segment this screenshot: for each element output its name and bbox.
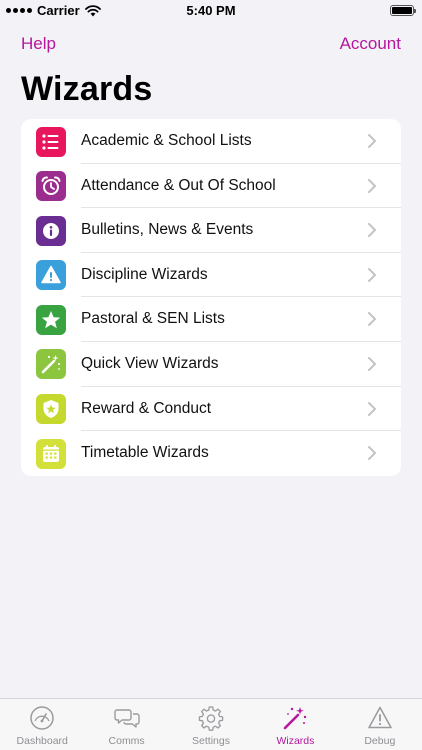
chevron-right-icon — [368, 223, 376, 238]
wizard-row-label: Pastoral & SEN Lists — [81, 310, 225, 328]
wizard-row-discipline[interactable]: Discipline Wizards — [21, 253, 401, 298]
wizard-row-bulletins[interactable]: Bulletins, News & Events — [21, 208, 401, 253]
gear-icon — [198, 706, 224, 731]
speedometer-icon — [30, 706, 54, 730]
wizard-row-timetable[interactable]: Timetable Wizards — [21, 431, 401, 476]
chat-bubbles-icon — [113, 709, 140, 728]
magic-wand-icon — [284, 707, 307, 730]
chevron-right-icon — [368, 312, 376, 327]
tab-bar: Dashboard Comms Settings Wizards Debug — [0, 698, 422, 750]
wizard-row-label: Quick View Wizards — [81, 354, 219, 372]
wizard-row-quick-view[interactable]: Quick View Wizards — [21, 342, 401, 387]
chevron-right-icon — [368, 134, 376, 148]
tab-debug[interactable]: Debug — [338, 699, 422, 750]
warning-icon — [36, 260, 66, 291]
calendar-icon — [36, 438, 66, 469]
page-title: Wizards — [21, 70, 153, 108]
wizard-row-attendance[interactable]: Attendance & Out Of School — [21, 164, 401, 209]
info-icon — [36, 215, 66, 246]
shield-star-icon — [36, 394, 66, 425]
tab-label: Dashboard — [16, 735, 68, 747]
wizard-row-label: Academic & School Lists — [81, 132, 252, 149]
chevron-right-icon — [368, 178, 376, 193]
account-button[interactable]: Account — [340, 34, 401, 54]
tab-label: Debug — [364, 735, 396, 747]
chevron-right-icon — [368, 401, 376, 416]
help-button[interactable]: Help — [21, 34, 56, 54]
wizard-row-academic[interactable]: Academic & School Lists — [21, 119, 401, 164]
status-time: 5:40 PM — [186, 3, 236, 18]
wizard-row-label: Timetable Wizards — [81, 444, 209, 462]
wizards-list: Academic & School Lists Attendance & Out… — [21, 119, 401, 476]
tab-label: Comms — [108, 735, 145, 747]
wizard-row-label: Bulletins, News & Events — [81, 221, 254, 239]
warning-icon — [368, 706, 392, 729]
status-bar: Carrier 5:40 PM — [0, 0, 422, 22]
chevron-right-icon — [368, 267, 376, 282]
wizard-row-label: Discipline Wizards — [81, 265, 208, 283]
star-icon — [36, 304, 66, 335]
list-icon — [36, 126, 66, 157]
wizard-row-label: Attendance & Out Of School — [81, 176, 276, 194]
tab-settings[interactable]: Settings — [169, 699, 253, 750]
battery-icon — [390, 5, 416, 16]
wizard-row-reward[interactable]: Reward & Conduct — [21, 387, 401, 432]
tab-comms[interactable]: Comms — [84, 699, 168, 750]
tab-wizards[interactable]: Wizards — [253, 699, 337, 750]
chevron-right-icon — [368, 356, 376, 371]
wizard-row-pastoral[interactable]: Pastoral & SEN Lists — [21, 297, 401, 342]
tab-label: Settings — [192, 735, 230, 747]
tab-dashboard[interactable]: Dashboard — [0, 699, 84, 750]
wizard-row-label: Reward & Conduct — [81, 399, 212, 417]
alarm-clock-icon — [36, 171, 66, 202]
tab-label: Wizards — [276, 735, 315, 747]
chevron-right-icon — [368, 446, 376, 461]
magic-wand-icon — [36, 349, 66, 380]
